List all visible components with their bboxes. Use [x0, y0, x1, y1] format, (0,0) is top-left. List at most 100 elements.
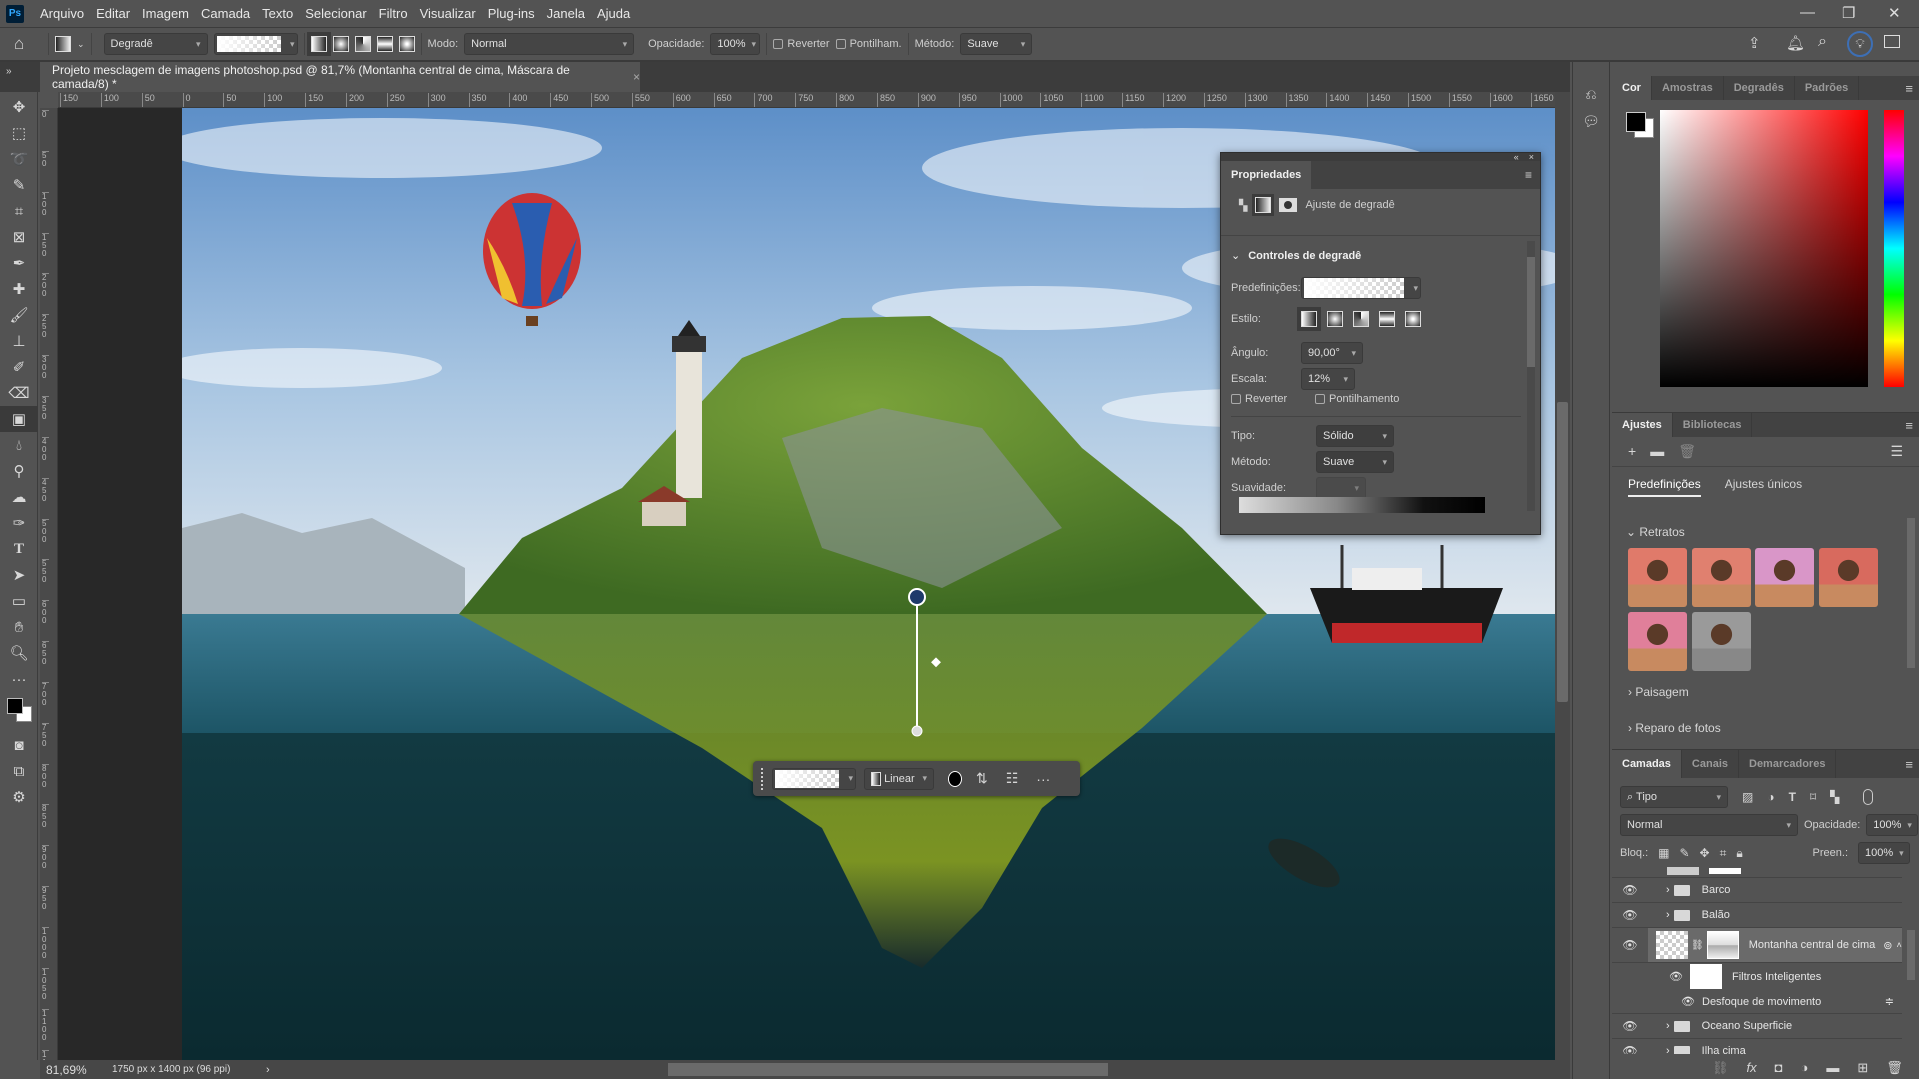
radial-gradient-icon[interactable]	[332, 36, 349, 52]
tab-bibliotecas[interactable]: Bibliotecas	[1673, 413, 1753, 437]
bell-icon[interactable]: 🔔︎	[1786, 34, 1805, 52]
mask-toggle-icon[interactable]	[948, 770, 962, 787]
diamond-style-icon[interactable]	[1405, 311, 1421, 327]
reflected-style-icon[interactable]	[1379, 311, 1395, 327]
folder-icon[interactable]: ▬	[1650, 443, 1664, 460]
screen-mode-icon[interactable]: ⧉	[0, 758, 38, 784]
gradient-type-dropdown[interactable]: Linear ▾	[864, 767, 934, 790]
lasso-tool-icon[interactable]: ➰	[0, 146, 38, 172]
angle-style-icon[interactable]	[1353, 311, 1369, 327]
blend-mode-dropdown[interactable]: Normal ▾	[1620, 814, 1798, 836]
tab-canais[interactable]: Canais	[1682, 750, 1739, 778]
menu-filtro[interactable]: Filtro	[373, 6, 414, 21]
frame-tool-icon[interactable]: ⊠	[0, 224, 38, 250]
scale-field[interactable]: 12% ▾	[1301, 368, 1355, 390]
scrollbar[interactable]	[1907, 930, 1915, 980]
tab-padroes[interactable]: Padrões	[1795, 76, 1860, 100]
eye-icon[interactable]: 👁︎	[1612, 1044, 1648, 1054]
preset-thumbnail[interactable]	[1692, 612, 1751, 671]
eye-icon[interactable]: 👁︎	[1612, 908, 1648, 922]
gradient-picker[interactable]: ▾	[772, 767, 856, 790]
healing-brush-icon[interactable]: ✚	[0, 276, 38, 302]
trash-icon[interactable]: 🗑︎	[1678, 443, 1696, 460]
panel-menu-icon[interactable]: ≡	[1905, 76, 1919, 100]
preset-thumbnail[interactable]	[1692, 548, 1751, 607]
gradient-fill-icon[interactable]	[1252, 194, 1275, 216]
subtab-predefinicoes[interactable]: Predefinições	[1628, 477, 1701, 497]
mask-thumbnail[interactable]	[1706, 931, 1739, 959]
new-adjustment-icon[interactable]: ◑	[1801, 1060, 1809, 1076]
presets-dropdown[interactable]: ▾	[1301, 277, 1421, 299]
edit-toolbar-icon[interactable]: ⚙	[0, 784, 38, 810]
brush-tool-icon[interactable]: 🖌︎	[0, 302, 38, 328]
color-field[interactable]	[1660, 110, 1868, 387]
workspace-icon[interactable]	[1884, 35, 1900, 48]
chevron-right-icon[interactable]: ›	[1666, 1020, 1670, 1032]
reverse-checkbox[interactable]: Reverter	[773, 38, 830, 50]
mask-icon[interactable]	[1279, 198, 1298, 212]
radial-style-icon[interactable]	[1327, 311, 1343, 327]
path-selection-icon[interactable]: ➤	[0, 562, 38, 588]
menu-janela[interactable]: Janela	[541, 6, 591, 21]
preset-thumbnail[interactable]	[1819, 548, 1878, 607]
menu-texto[interactable]: Texto	[256, 6, 299, 21]
hue-slider[interactable]	[1884, 110, 1904, 387]
layer-row[interactable]: 👁︎ › Balão	[1612, 903, 1902, 928]
properties-title[interactable]: Propriedades	[1221, 161, 1312, 189]
foreground-color-swatch[interactable]	[1626, 112, 1646, 132]
link-icon[interactable]: ⛓	[1691, 940, 1704, 951]
crop-tool-icon[interactable]: ⌗	[0, 198, 38, 224]
subtab-ajustes-unicos[interactable]: Ajustes únicos	[1725, 477, 1802, 497]
list-view-icon[interactable]: ☰	[1890, 443, 1903, 460]
new-layer-icon[interactable]: ⊞	[1857, 1060, 1868, 1076]
eye-icon[interactable]: 👁︎	[1612, 883, 1648, 897]
eye-icon[interactable]: 👁︎	[1666, 970, 1686, 983]
close-tab-icon[interactable]: ×	[633, 70, 640, 84]
restore-button[interactable]: ❐	[1842, 4, 1855, 22]
search-icon[interactable]: ⌕	[1818, 33, 1827, 51]
close-panel-icon[interactable]: ×	[1529, 153, 1534, 162]
type-dropdown[interactable]: Sólido ▾	[1316, 425, 1394, 447]
angle-gradient-icon[interactable]	[354, 36, 371, 52]
delete-layer-icon[interactable]: 🗑︎	[1886, 1060, 1903, 1076]
properties-settings-icon[interactable]: ☷	[1006, 770, 1019, 787]
collapse-panel-icon[interactable]: «	[1514, 153, 1519, 162]
gradient-controls-section[interactable]: ⌄ Controles de degradê	[1231, 249, 1361, 263]
minimize-button[interactable]: —	[1800, 4, 1815, 21]
more-options-icon[interactable]: ···	[1036, 771, 1050, 787]
comments-icon[interactable]: 💬︎	[1573, 113, 1609, 130]
chevron-down-icon[interactable]: ⌄	[77, 39, 85, 50]
eyedropper-icon[interactable]: ✒	[0, 250, 38, 276]
group-retratos[interactable]: ⌄ Retratos	[1626, 525, 1685, 539]
add-icon[interactable]: +	[1628, 443, 1636, 460]
chevron-right-icon[interactable]: ›	[1666, 884, 1670, 896]
horizontal-scrollbar-thumb[interactable]	[668, 1063, 1108, 1076]
pen-tool-icon[interactable]: ✑	[0, 510, 38, 536]
linear-gradient-icon[interactable]	[306, 32, 331, 56]
lock-transparent-icon[interactable]: ▦	[1658, 846, 1669, 860]
chevron-right-icon[interactable]: ›	[1666, 909, 1670, 921]
sponge-icon[interactable]: ☁	[0, 484, 38, 510]
smart-filters-row[interactable]: 👁︎ Filtros Inteligentes	[1612, 963, 1902, 990]
reset-gradient-icon[interactable]: ⇅	[976, 770, 988, 787]
lock-artboard-icon[interactable]: ⌗	[1720, 846, 1727, 861]
layer-filter-dropdown[interactable]: ⌕ Tipo ▾	[1620, 786, 1728, 808]
close-window-button[interactable]: ✕	[1888, 4, 1901, 22]
group-reparo-de-fotos[interactable]: › Reparo de fotos	[1628, 721, 1721, 735]
marquee-tool-icon[interactable]: ⬚	[0, 120, 38, 146]
menu-imagem[interactable]: Imagem	[136, 6, 195, 21]
tab-cor[interactable]: Cor	[1612, 76, 1652, 100]
filter-shape-icon[interactable]: ⌑	[1810, 790, 1816, 804]
scrollbar[interactable]	[1527, 241, 1535, 511]
layer-row-partial[interactable]	[1612, 864, 1902, 878]
eye-icon[interactable]: 👁︎	[1678, 995, 1698, 1008]
lock-pixels-icon[interactable]: ✎	[1679, 846, 1689, 860]
eye-icon[interactable]: 👁︎	[1612, 938, 1648, 952]
filter-pixel-icon[interactable]: ▨	[1742, 790, 1753, 804]
add-mask-icon[interactable]: ◘	[1775, 1060, 1783, 1076]
tab-demarcadores[interactable]: Demarcadores	[1739, 750, 1837, 778]
gradient-preview-bar[interactable]	[1239, 497, 1485, 513]
reverse-checkbox[interactable]: Reverter	[1231, 393, 1315, 405]
method-dropdown[interactable]: Suave ▾	[960, 33, 1033, 55]
drag-handle[interactable]	[761, 767, 764, 790]
